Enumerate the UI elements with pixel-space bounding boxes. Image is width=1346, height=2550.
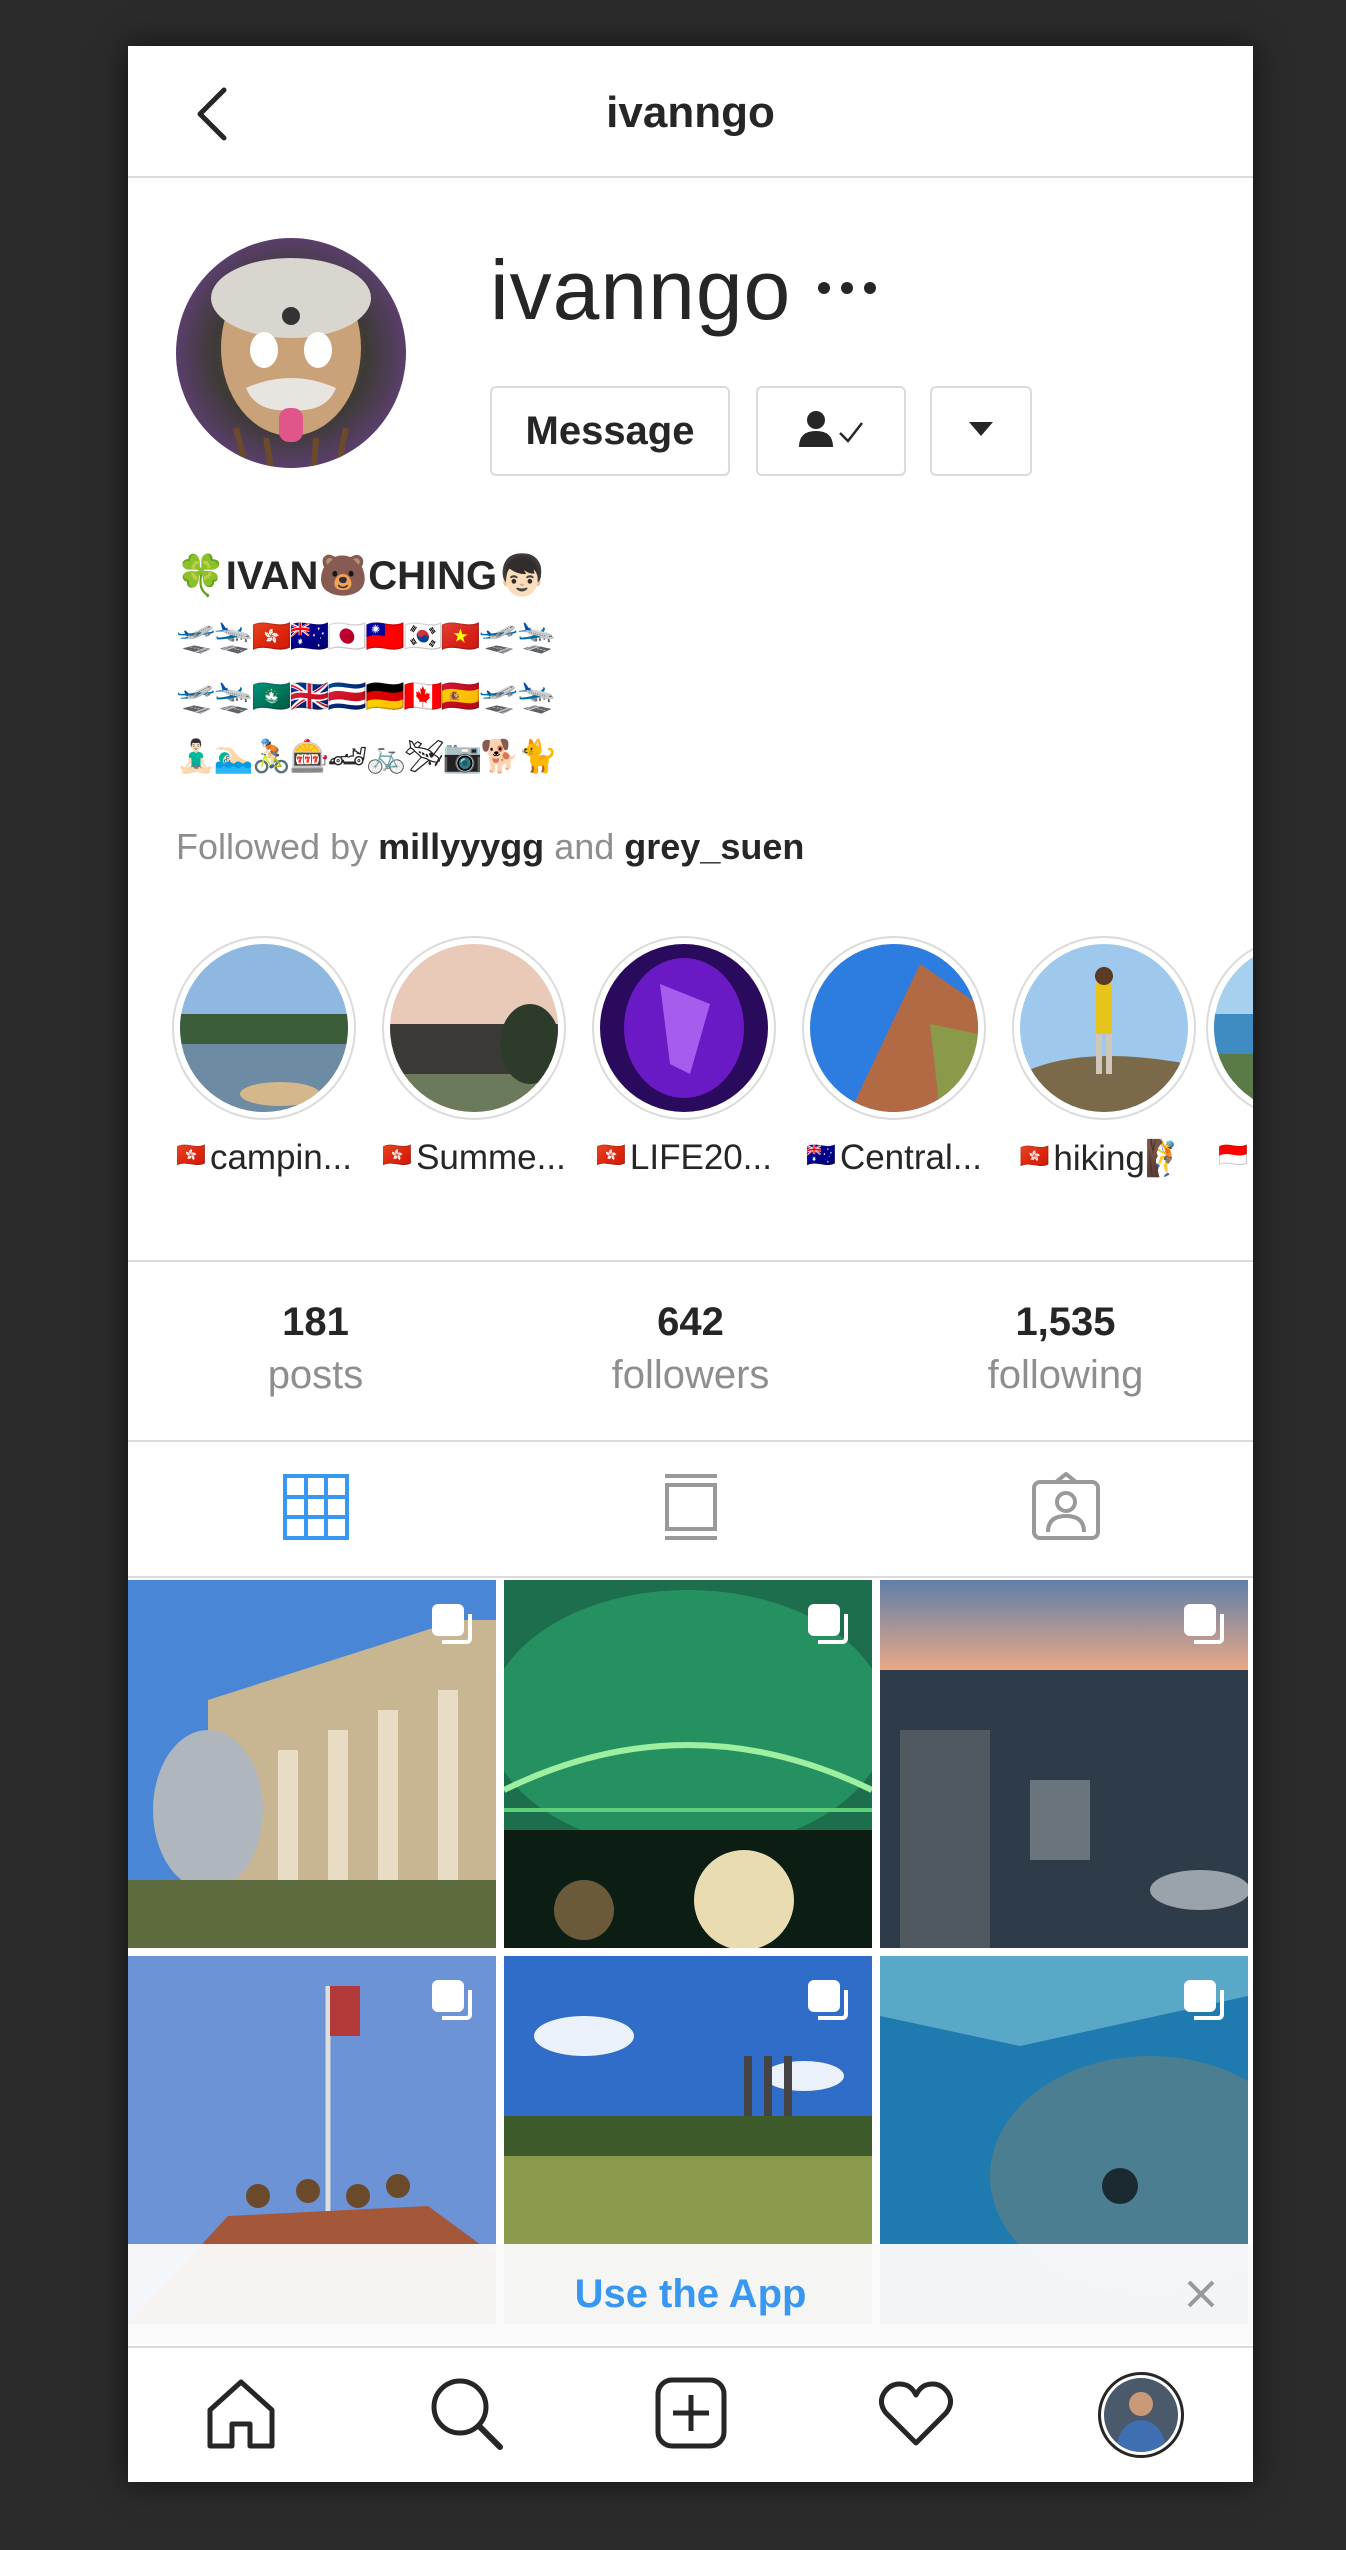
followed-by-user-link[interactable]: millyyygg — [378, 826, 544, 867]
profile-tabs — [128, 1442, 1253, 1578]
highlight-cover — [810, 944, 978, 1112]
add-post-icon — [655, 2377, 727, 2454]
avatar — [1097, 2372, 1184, 2458]
posts-count: 181 — [282, 1300, 349, 1344]
tagged-icon — [1031, 1470, 1101, 1547]
suggestions-dropdown-button[interactable] — [930, 386, 1032, 476]
nav-activity[interactable] — [868, 2367, 964, 2463]
ellipsis-icon[interactable] — [812, 268, 882, 308]
following-button[interactable] — [756, 386, 906, 476]
highlight-item[interactable]: 🇭🇰 campin... — [164, 936, 364, 1178]
highlight-cover — [1214, 944, 1253, 1112]
message-button[interactable]: Message — [490, 386, 730, 476]
flag-icon: 🇦🇺 — [806, 1141, 836, 1169]
story-highlights: 🇭🇰 campin... 🇭🇰 Summe... 🇭🇰 LIFE20... 🇦🇺 Cen… — [128, 936, 1253, 1206]
multiple-posts-icon — [1180, 1600, 1228, 1648]
posts-stat[interactable]: 181 posts — [128, 1262, 503, 1440]
top-bar: ivanngo — [128, 46, 1253, 178]
tab-feed[interactable] — [503, 1442, 878, 1576]
grid-icon — [282, 1473, 350, 1546]
profile-username: ivanngo — [490, 243, 792, 337]
tab-tagged[interactable] — [878, 1442, 1253, 1576]
bio-line: 🛫🛬🇭🇰🇦🇺🇯🇵🇹🇼🇰🇷🇻🇳🛫🛬 — [176, 617, 556, 655]
highlight-label: LIFE20... — [629, 1138, 772, 1177]
person-check-icon — [796, 409, 866, 454]
followers-label: followers — [611, 1353, 770, 1397]
profile-avatar[interactable] — [176, 238, 406, 468]
use-app-banner: Use the App — [128, 2244, 1253, 2344]
feed-icon — [663, 1473, 719, 1546]
following-count: 1,535 — [1015, 1300, 1116, 1344]
bio-name: 🍀IVAN🐻CHING👦🏻 — [176, 554, 547, 598]
multiple-posts-icon — [804, 1976, 852, 2024]
search-icon — [428, 2375, 504, 2456]
multiple-posts-icon — [804, 1600, 852, 1648]
followed-by-and: and — [554, 826, 615, 867]
post-thumbnail[interactable] — [880, 1580, 1248, 1948]
highlight-cover — [390, 944, 558, 1112]
followed-by: Followed by millyyygg and grey_suen — [176, 826, 804, 868]
highlight-label: In — [1252, 1138, 1253, 1177]
following-stat[interactable]: 1,535 following — [878, 1262, 1253, 1440]
highlight-label: hiking🧗 — [1053, 1139, 1189, 1178]
highlight-item[interactable]: 🇭🇰 LIFE20... — [584, 936, 784, 1178]
highlight-label: campin... — [209, 1138, 352, 1177]
highlight-cover — [600, 944, 768, 1112]
followed-by-user-link[interactable]: grey_suen — [624, 826, 804, 867]
nav-home[interactable] — [193, 2367, 289, 2463]
phone-screen: ivanngo ivanngo Message 🍀IVAN🐻CHING👦🏻 🛫🛬… — [128, 46, 1253, 2482]
bottom-nav — [128, 2346, 1253, 2482]
post-thumbnail[interactable] — [128, 1580, 496, 1948]
nav-search[interactable] — [418, 2367, 514, 2463]
followed-by-prefix: Followed by — [176, 826, 369, 867]
caret-down-icon — [967, 420, 995, 443]
following-label: following — [987, 1353, 1144, 1397]
use-app-link[interactable]: Use the App — [575, 2272, 807, 2317]
highlight-cover — [1020, 944, 1188, 1112]
flag-icon: 🇭🇰 — [1019, 1142, 1050, 1170]
close-icon[interactable] — [1179, 2272, 1223, 2316]
bio-line: 🛫🛬🇲🇴🇬🇧🇨🇷🇩🇪🇨🇦🇪🇸🛫🛬 — [176, 677, 556, 715]
followers-count: 642 — [657, 1300, 724, 1344]
flag-icon: 🇭🇰 — [596, 1141, 626, 1169]
highlight-item[interactable]: 🇮🇩In — [1198, 936, 1253, 1178]
highlight-label: Summe... — [416, 1138, 566, 1177]
posts-grid — [128, 1580, 1253, 2324]
posts-label: posts — [267, 1353, 364, 1397]
multiple-posts-icon — [428, 1976, 476, 2024]
profile-bio: 🍀IVAN🐻CHING👦🏻 🛫🛬🇭🇰🇦🇺🇯🇵🇹🇼🇰🇷🇻🇳🛫🛬 🛫🛬🇲🇴🇬🇧🇨🇷🇩… — [176, 546, 558, 786]
profile-stats: 181 posts 642 followers 1,535 following — [128, 1260, 1253, 1442]
highlight-item[interactable]: 🇭🇰 hiking🧗 — [1004, 936, 1204, 1179]
tab-grid[interactable] — [128, 1442, 503, 1576]
flag-icon: 🇮🇩 — [1218, 1141, 1248, 1169]
highlight-cover — [180, 944, 348, 1112]
post-thumbnail[interactable] — [504, 1580, 872, 1948]
multiple-posts-icon — [1180, 1976, 1228, 2024]
highlight-item[interactable]: 🇦🇺 Central... — [794, 936, 994, 1178]
heart-icon — [878, 2379, 954, 2452]
bio-line: 🧘🏻‍♂️🏊🏻‍♂️🚴🏻🎰🏎🚲🛩📷🐕🐈 — [176, 737, 558, 775]
highlight-item[interactable]: 🇭🇰 Summe... — [374, 936, 574, 1178]
nav-new-post[interactable] — [643, 2367, 739, 2463]
flag-icon: 🇭🇰 — [382, 1141, 413, 1169]
followers-stat[interactable]: 642 followers — [503, 1262, 878, 1440]
home-icon — [204, 2376, 278, 2455]
nav-profile[interactable] — [1093, 2367, 1189, 2463]
highlight-label: Central... — [839, 1138, 982, 1177]
multiple-posts-icon — [428, 1600, 476, 1648]
page-title: ivanngo — [606, 88, 775, 137]
flag-icon: 🇭🇰 — [176, 1141, 206, 1169]
